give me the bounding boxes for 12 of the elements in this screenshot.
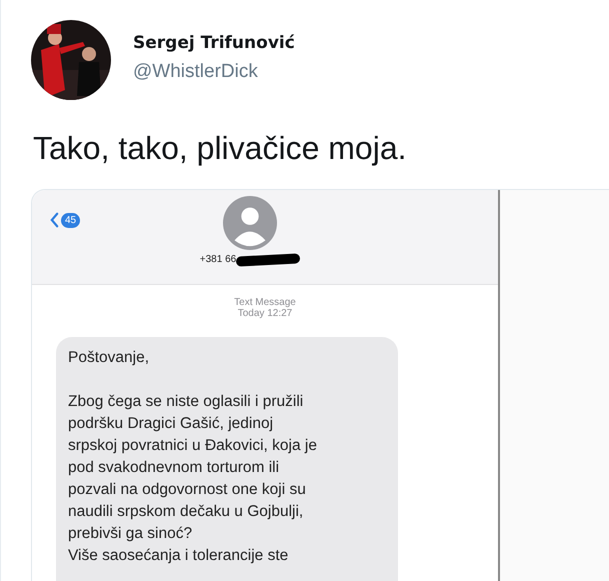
tweet-text: Tako, tako, plivačice moja.	[33, 130, 408, 167]
author-name[interactable]: Sergej Trifunović	[133, 33, 295, 53]
message-text: Poštovanje,	[68, 348, 150, 368]
unread-count: 45	[61, 212, 80, 228]
message-type: Text Message	[234, 297, 296, 308]
contact-avatar-icon	[223, 196, 277, 250]
message-time: Today 12:27	[238, 308, 292, 319]
chevron-icon	[50, 212, 59, 228]
author-handle[interactable]: @WhistlerDick	[133, 61, 295, 83]
back-button[interactable]: 45	[50, 212, 80, 228]
message-text: Zbog čega se niste oglasili i pružili podršku Dragici Gašić, jedinoj srpskoj povratnici u Đakovici, koja je pod svakodnevnom torturom ili pozvali na odgovornost one koji su naudili srpskom dečaku u Gojbulji, prebivši ga sinoć? Više saosećanja i tolerancije ste	[68, 392, 318, 566]
phone-number: +381 66	[200, 254, 236, 265]
